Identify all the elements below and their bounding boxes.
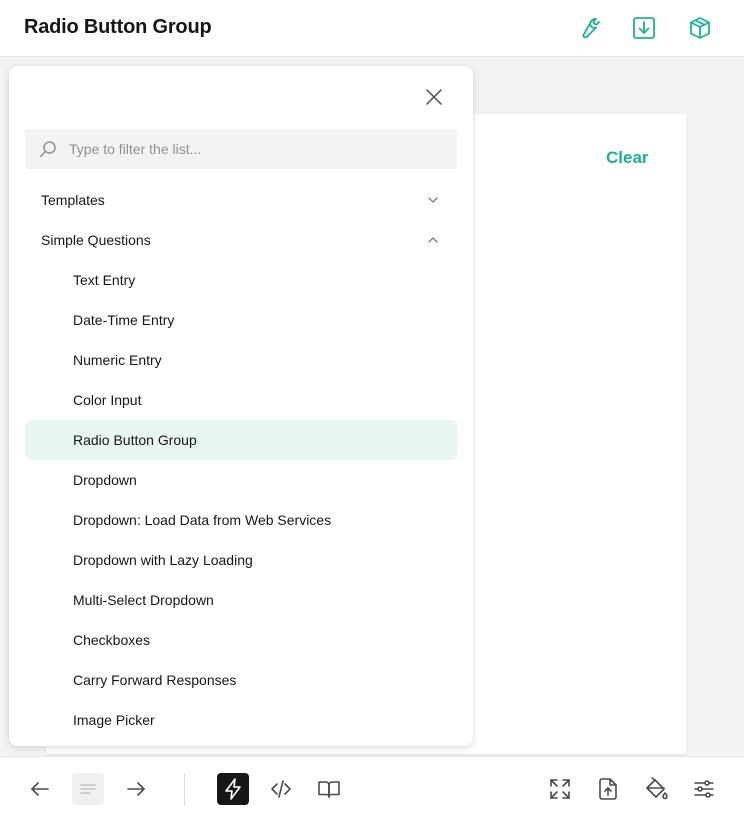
clear-button[interactable]: Clear — [606, 148, 649, 168]
chevron-down-icon — [427, 194, 439, 206]
question-type-panel: Templates Simple Questions Text Entry Da… — [9, 66, 473, 746]
group-label: Templates — [41, 192, 105, 208]
list-item-dropdown-web-services[interactable]: Dropdown: Load Data from Web Services — [25, 500, 457, 540]
list-item-radio-button-group[interactable]: Radio Button Group — [25, 420, 457, 460]
toolbar-divider — [184, 773, 185, 805]
page-title: Radio Button Group — [24, 16, 212, 38]
list-item-image-picker[interactable]: Image Picker — [25, 700, 457, 740]
group-templates[interactable]: Templates — [25, 180, 457, 220]
close-icon[interactable] — [425, 88, 443, 106]
list-item-dropdown-lazy-loading[interactable]: Dropdown with Lazy Loading — [25, 540, 457, 580]
search-box — [25, 129, 457, 169]
list-item-carry-forward-responses[interactable]: Carry Forward Responses — [25, 660, 457, 700]
item-label: Dropdown — [73, 472, 137, 488]
item-label: Date-Time Entry — [73, 312, 175, 328]
expand-icon[interactable] — [544, 773, 576, 805]
search-input[interactable] — [69, 129, 439, 169]
item-label: Image Picker — [73, 712, 155, 728]
group-label: Simple Questions — [41, 232, 151, 248]
download-icon[interactable] — [632, 16, 656, 40]
question-type-list: Templates Simple Questions Text Entry Da… — [25, 180, 457, 740]
package-icon[interactable] — [688, 16, 712, 40]
item-label: Numeric Entry — [73, 352, 162, 368]
search-icon — [39, 141, 56, 158]
list-icon[interactable] — [72, 773, 104, 805]
paint-bucket-icon[interactable] — [640, 773, 672, 805]
list-item-multi-select-dropdown[interactable]: Multi-Select Dropdown — [25, 580, 457, 620]
list-item-date-time-entry[interactable]: Date-Time Entry — [25, 300, 457, 340]
item-label: Radio Button Group — [73, 432, 197, 448]
item-label: Text Entry — [73, 272, 136, 288]
list-item-checkboxes[interactable]: Checkboxes — [25, 620, 457, 660]
item-label: Carry Forward Responses — [73, 672, 237, 688]
code-icon[interactable] — [265, 773, 297, 805]
settings-sliders-icon[interactable] — [688, 773, 720, 805]
item-label: Color Input — [73, 392, 142, 408]
upload-icon[interactable] — [592, 773, 624, 805]
list-item-dropdown[interactable]: Dropdown — [25, 460, 457, 500]
chevron-up-icon — [427, 234, 439, 246]
top-bar: Radio Button Group — [0, 0, 744, 57]
group-simple-questions[interactable]: Simple Questions — [25, 220, 457, 260]
arrow-right-icon[interactable] — [120, 773, 152, 805]
item-label: Dropdown: Load Data from Web Services — [73, 512, 332, 528]
item-label: Checkboxes — [73, 632, 151, 648]
wrench-icon[interactable] — [576, 16, 600, 40]
arrow-left-icon[interactable] — [24, 773, 56, 805]
lightning-icon[interactable] — [217, 773, 249, 805]
item-label: Dropdown with Lazy Loading — [73, 552, 253, 568]
item-label: Multi-Select Dropdown — [73, 592, 214, 608]
list-item-numeric-entry[interactable]: Numeric Entry — [25, 340, 457, 380]
list-item-color-input[interactable]: Color Input — [25, 380, 457, 420]
list-item-text-entry[interactable]: Text Entry — [25, 260, 457, 300]
book-icon[interactable] — [313, 773, 345, 805]
bottom-toolbar — [0, 756, 744, 820]
